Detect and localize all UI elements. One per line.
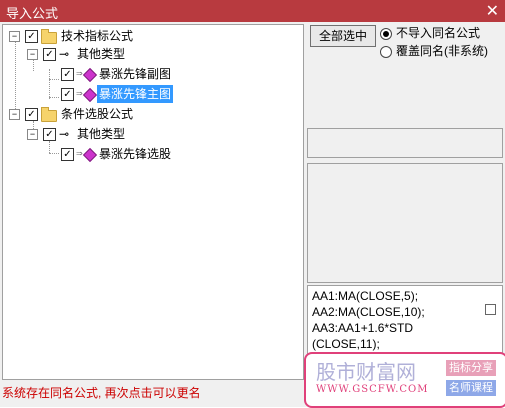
watermark-tag: 指标分享 [446,360,496,376]
watermark-url: WWW.GSCFW.COM [316,384,429,395]
tree-node-formula[interactable]: ✓ ⇒ 暴涨先锋副图 [3,65,293,83]
collapse-icon[interactable]: − [9,31,20,42]
key-icon: ⊸ [59,47,70,61]
link-arrow-icon: ⇒ [76,89,83,98]
checkbox-icon[interactable]: ✓ [61,88,74,101]
link-arrow-icon: ⇒ [76,69,83,78]
formula-label-selected[interactable]: 暴涨先锋主图 [97,85,174,103]
select-all-button[interactable]: 全部选中 [310,25,376,47]
formula-label: 暴涨先锋选股 [99,147,172,161]
subgroup-label: 其他类型 [77,127,126,141]
radio-no-import-same[interactable] [380,28,392,40]
code-line: AA3:AA1+1.6*STD [312,321,414,335]
description-panel [307,163,503,283]
close-icon[interactable]: ✕ [486,1,499,21]
tree-node-group[interactable]: − ✓ 条件选股公式 [3,105,293,123]
tree-node-subgroup[interactable]: − ✓ ⊸ 其他类型 [3,125,293,143]
window-title: 导入公式 [6,6,59,21]
code-line: AA1:MA(CLOSE,5); [312,289,419,303]
folder-icon [41,107,57,122]
formula-gem-icon [82,147,98,163]
radio-dot-icon [383,31,389,37]
tree-node-group[interactable]: − ✓ 技术指标公式 [3,27,293,45]
option-label: 不导入同名公式 [396,26,481,40]
checkbox-icon[interactable]: ✓ [43,128,56,141]
key-icon: ⊸ [59,127,70,141]
code-line: AA2:MA(CLOSE,10); [312,305,425,319]
link-arrow-icon: ⇒ [76,149,83,158]
tree-node-subgroup[interactable]: − ✓ ⊸ 其他类型 [3,45,293,63]
title-bar: 导入公式 ✕ [0,0,505,22]
checkbox-icon[interactable]: ✓ [43,48,56,61]
subgroup-label: 其他类型 [77,47,126,61]
status-message: 系统存在同名公式, 再次点击可以更名 [2,386,201,400]
watermark-logo: 股市财富网 WWW.GSCFW.COM 指标分享 名师课程 [304,352,505,408]
checkbox-icon[interactable]: ✓ [61,68,74,81]
tree-node-formula[interactable]: ✓ ⇒ 暴涨先锋选股 [3,145,293,163]
formula-label: 暴涨先锋副图 [99,67,172,81]
checkbox-icon[interactable] [485,304,496,315]
checkbox-icon[interactable]: ✓ [25,30,38,43]
watermark-brand: 股市财富网 [316,360,416,384]
formula-gem-icon [82,67,98,83]
code-line: (CLOSE,11); [312,337,380,351]
collapse-icon[interactable]: − [9,109,20,120]
formula-tree[interactable]: − ✓ 技术指标公式 − ✓ ⊸ 其他类型 ✓ ⇒ 暴涨先锋副图 ✓ ⇒ 暴涨先… [2,24,304,380]
radio-overwrite-same[interactable] [380,46,392,58]
group-label: 条件选股公式 [61,107,134,121]
checkbox-icon[interactable]: ✓ [25,108,38,121]
option-label: 覆盖同名(非系统) [396,44,488,58]
checkbox-icon[interactable]: ✓ [61,148,74,161]
formula-gem-icon [82,87,98,103]
watermark-tag: 名师课程 [446,380,496,396]
tree-node-formula[interactable]: ✓ ⇒ 暴涨先锋主图 [3,85,293,103]
collapse-icon[interactable]: − [27,49,38,60]
info-panel [307,128,503,158]
collapse-icon[interactable]: − [27,129,38,140]
group-label: 技术指标公式 [61,29,134,43]
folder-icon [41,29,57,44]
